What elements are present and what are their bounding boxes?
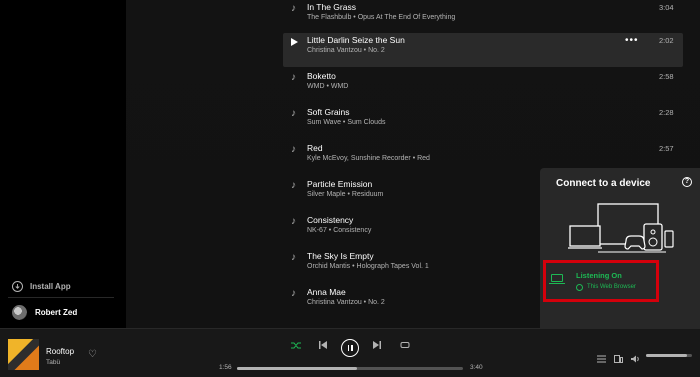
track-row[interactable]: ♪ Boketto WMD • WMD 2:58 [283, 69, 700, 103]
track-artist[interactable]: The Flashbulb [307, 14, 351, 21]
install-app-button[interactable]: Install App [12, 281, 71, 292]
track-artist[interactable]: Christina Vantzou [307, 47, 362, 54]
user-profile-button[interactable]: Robert Zed [12, 305, 77, 320]
track-artist[interactable]: Kyle McEvoy, Sunshine Recorder [307, 155, 411, 162]
help-icon[interactable]: ? [682, 177, 692, 187]
music-note-icon[interactable]: ♪ [291, 288, 301, 300]
user-name: Robert Zed [35, 308, 78, 317]
connect-device-icon[interactable] [614, 350, 623, 363]
track-title[interactable]: Soft Grains [307, 107, 350, 117]
track-artist[interactable]: Orchid Mantis [307, 263, 350, 270]
track-album[interactable]: Opus At The End Of Everything [358, 14, 456, 21]
volume-slider[interactable] [646, 354, 692, 357]
sidebar: Install App Robert Zed [0, 0, 126, 328]
music-note-icon[interactable]: ♪ [291, 144, 301, 156]
volume-icon[interactable] [631, 350, 640, 363]
now-playing-title[interactable]: Rooftop [46, 347, 74, 356]
track-duration: 2:02 [659, 36, 674, 45]
volume-fill [646, 354, 688, 357]
track-artist-album[interactable]: Christina Vantzou • No. 2 [307, 47, 385, 54]
queue-icon[interactable] [597, 350, 606, 363]
music-note-icon[interactable]: ♪ [291, 216, 301, 228]
music-note-icon[interactable]: ♪ [291, 252, 301, 264]
track-title[interactable]: Red [307, 143, 323, 153]
device-faded[interactable] [548, 306, 698, 330]
progress-bar[interactable] [237, 367, 463, 370]
track-artist-album[interactable]: WMD • WMD [307, 83, 348, 90]
music-note-icon[interactable]: ♪ [291, 72, 301, 84]
track-row[interactable]: Little Darlin Seize the Sun Christina Van… [283, 33, 683, 67]
track-artist-album[interactable]: Christina Vantzou • No. 2 [307, 299, 385, 306]
track-album[interactable]: Red [417, 155, 430, 162]
next-icon[interactable] [373, 341, 381, 351]
track-artist-album[interactable]: Sum Wave • Sum Clouds [307, 119, 385, 126]
track-album[interactable]: Residuum [352, 191, 384, 198]
track-artist-album[interactable]: Silver Maple • Residuum [307, 191, 383, 198]
album-cover[interactable] [8, 339, 39, 370]
track-artist[interactable]: WMD [307, 83, 325, 90]
track-album[interactable]: No. 2 [368, 299, 385, 306]
track-album[interactable]: No. 2 [368, 47, 385, 54]
sidebar-divider [8, 297, 114, 298]
more-options-icon[interactable]: ••• [625, 35, 639, 46]
track-title[interactable]: Little Darlin Seize the Sun [307, 35, 405, 45]
track-title[interactable]: In The Grass [307, 2, 356, 12]
track-row[interactable]: ♪ Soft Grains Sum Wave • Sum Clouds 2:28 [283, 105, 700, 139]
track-title[interactable]: Particle Emission [307, 179, 372, 189]
track-duration: 3:04 [659, 3, 674, 12]
track-artist[interactable]: Silver Maple [307, 191, 346, 198]
install-app-label: Install App [30, 282, 71, 291]
heart-icon[interactable]: ♡ [88, 349, 97, 360]
avatar [12, 305, 27, 320]
highlight-box [543, 260, 659, 302]
track-title[interactable]: Consistency [307, 215, 353, 225]
music-note-icon[interactable]: ♪ [291, 3, 301, 15]
pause-button[interactable] [341, 339, 359, 357]
track-title[interactable]: Anna Mae [307, 287, 346, 297]
player-bar: Rooftop Tabü ♡ 1:56 3:40 [0, 328, 700, 377]
play-icon[interactable] [291, 36, 301, 48]
track-artist-album[interactable]: Orchid Mantis • Holograph Tapes Vol. 1 [307, 263, 429, 270]
elapsed-time: 1:56 [219, 364, 232, 371]
now-playing-artist[interactable]: Tabü [46, 359, 60, 366]
progress-fill [237, 367, 357, 370]
track-title[interactable]: The Sky Is Empty [307, 251, 374, 261]
track-duration: 2:58 [659, 72, 674, 81]
shuffle-icon[interactable] [291, 341, 301, 352]
repeat-icon[interactable] [400, 341, 410, 351]
connect-title: Connect to a device [556, 178, 651, 189]
connect-device-popup: Connect to a device ? Listening On This … [540, 168, 700, 330]
track-album[interactable]: Consistency [333, 227, 371, 234]
track-duration: 2:57 [659, 144, 674, 153]
track-album[interactable]: Sum Clouds [347, 119, 385, 126]
download-icon [12, 281, 23, 292]
track-artist[interactable]: Sum Wave [307, 119, 341, 126]
track-artist-album[interactable]: Kyle McEvoy, Sunshine Recorder • Red [307, 155, 430, 162]
track-artist[interactable]: Christina Vantzou [307, 299, 362, 306]
track-album[interactable]: Holograph Tapes Vol. 1 [357, 263, 429, 270]
track-artist-album[interactable]: NK-67 • Consistency [307, 227, 371, 234]
previous-icon[interactable] [319, 341, 327, 351]
track-title[interactable]: Boketto [307, 71, 336, 81]
track-artist[interactable]: NK-67 [307, 227, 327, 234]
track-row[interactable]: ♪ In The Grass The Flashbulb • Opus At The… [283, 0, 700, 34]
track-album[interactable]: WMD [331, 83, 349, 90]
track-artist-album[interactable]: The Flashbulb • Opus At The End Of Every… [307, 14, 455, 21]
music-note-icon[interactable]: ♪ [291, 108, 301, 120]
total-time: 3:40 [470, 364, 483, 371]
track-duration: 2:28 [659, 108, 674, 117]
music-note-icon[interactable]: ♪ [291, 180, 301, 192]
